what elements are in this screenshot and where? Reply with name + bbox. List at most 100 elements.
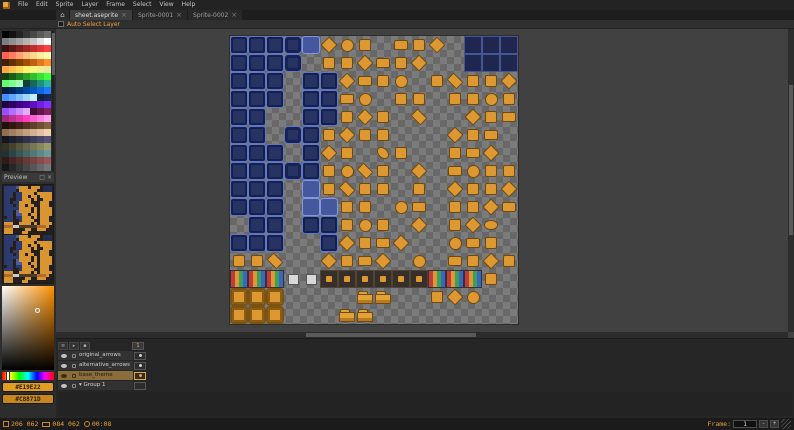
resize-grip[interactable]: [781, 419, 791, 429]
palette-swatch[interactable]: [2, 31, 9, 38]
palette-swatch[interactable]: [23, 80, 30, 87]
palette-swatch[interactable]: [9, 101, 16, 108]
palette-swatch[interactable]: [30, 87, 37, 94]
palette-swatch[interactable]: [44, 31, 51, 38]
palette-swatch[interactable]: [30, 150, 37, 157]
palette-swatch[interactable]: [16, 164, 23, 171]
palette-swatch[interactable]: [16, 101, 23, 108]
palette-swatch[interactable]: [2, 115, 9, 122]
timeline-cel[interactable]: [134, 361, 146, 370]
auto-select-layer-checkbox[interactable]: [58, 21, 64, 27]
palette-swatch[interactable]: [37, 73, 44, 80]
palette-swatch[interactable]: [37, 80, 44, 87]
canvas-vertical-scrollbar-thumb[interactable]: [789, 85, 793, 235]
hue-cursor[interactable]: [5, 371, 10, 381]
palette-swatch[interactable]: [37, 31, 44, 38]
palette-swatch[interactable]: [9, 143, 16, 150]
palette-swatch[interactable]: [23, 45, 30, 52]
palette-scrollbar[interactable]: [52, 31, 55, 171]
palette-swatch[interactable]: [9, 122, 16, 129]
palette-swatch[interactable]: [23, 31, 30, 38]
layer-row[interactable]: original_arrows: [58, 351, 792, 360]
palette-swatch[interactable]: [23, 150, 30, 157]
palette-swatch[interactable]: [2, 66, 9, 73]
palette-swatch[interactable]: [16, 59, 23, 66]
palette-swatch[interactable]: [37, 136, 44, 143]
palette-swatch[interactable]: [9, 73, 16, 80]
palette-swatch[interactable]: [16, 87, 23, 94]
palette-swatch[interactable]: [2, 101, 9, 108]
palette-swatch[interactable]: [44, 38, 51, 45]
palette-swatch[interactable]: [2, 136, 9, 143]
palette-swatch[interactable]: [44, 87, 51, 94]
palette-swatch[interactable]: [2, 80, 9, 87]
menu-item-layer[interactable]: Layer: [77, 0, 102, 10]
palette-swatch[interactable]: [44, 94, 51, 101]
menu-item-edit[interactable]: Edit: [32, 0, 52, 10]
palette-swatch[interactable]: [44, 164, 51, 171]
palette-swatch[interactable]: [37, 66, 44, 73]
palette-swatch[interactable]: [9, 66, 16, 73]
palette-swatch[interactable]: [2, 122, 9, 129]
frame-decrement-button[interactable]: -: [759, 420, 768, 428]
palette-swatch[interactable]: [2, 38, 9, 45]
palette-swatch[interactable]: [23, 87, 30, 94]
palette-swatch[interactable]: [9, 115, 16, 122]
palette-swatch[interactable]: [30, 108, 37, 115]
palette-swatch[interactable]: [9, 157, 16, 164]
palette-swatch[interactable]: [23, 94, 30, 101]
palette-swatch[interactable]: [9, 136, 16, 143]
palette-swatch[interactable]: [44, 59, 51, 66]
menu-item-help[interactable]: Help: [178, 0, 200, 10]
layer-row-left[interactable]: base_theme: [58, 371, 133, 380]
preview-button-1[interactable]: ×: [47, 174, 52, 182]
palette-swatch[interactable]: [2, 164, 9, 171]
palette-swatch[interactable]: [30, 136, 37, 143]
palette-swatch[interactable]: [23, 38, 30, 45]
palette-swatch[interactable]: [30, 101, 37, 108]
palette-swatch[interactable]: [44, 52, 51, 59]
palette-swatch[interactable]: [30, 52, 37, 59]
layer-row[interactable]: alternative_arrows: [58, 361, 792, 370]
palette-swatch[interactable]: [23, 164, 30, 171]
palette-swatch[interactable]: [9, 45, 16, 52]
palette-swatch[interactable]: [9, 94, 16, 101]
palette-swatch[interactable]: [44, 122, 51, 129]
layer-visibility-toggle[interactable]: [59, 382, 68, 390]
palette-swatch[interactable]: [37, 59, 44, 66]
tab-sheet-aseprite[interactable]: sheet.aseprite ×: [70, 10, 132, 20]
palette-swatch[interactable]: [9, 38, 16, 45]
app-icon[interactable]: [3, 1, 10, 9]
palette-swatch[interactable]: [16, 115, 23, 122]
palette-swatch[interactable]: [23, 73, 30, 80]
timeline-header-button-1[interactable]: ▸: [69, 341, 79, 350]
palette-swatch[interactable]: [44, 143, 51, 150]
palette-swatch[interactable]: [37, 52, 44, 59]
palette-swatch[interactable]: [16, 136, 23, 143]
palette-swatch[interactable]: [44, 66, 51, 73]
palette-swatch[interactable]: [2, 73, 9, 80]
palette-swatch[interactable]: [9, 59, 16, 66]
palette-swatch[interactable]: [23, 122, 30, 129]
palette-swatch[interactable]: [2, 94, 9, 101]
palette-swatch[interactable]: [16, 45, 23, 52]
palette-swatch[interactable]: [9, 164, 16, 171]
palette-swatch[interactable]: [30, 38, 37, 45]
layer-visibility-toggle[interactable]: [59, 372, 68, 380]
palette-swatch[interactable]: [2, 45, 9, 52]
palette-swatch[interactable]: [30, 45, 37, 52]
palette-swatch[interactable]: [44, 157, 51, 164]
palette-swatch[interactable]: [23, 59, 30, 66]
palette-swatch[interactable]: [23, 66, 30, 73]
palette-swatch[interactable]: [16, 129, 23, 136]
palette-swatch[interactable]: [37, 38, 44, 45]
palette-swatch[interactable]: [44, 80, 51, 87]
palette-swatch[interactable]: [37, 101, 44, 108]
layer-row-left[interactable]: ▾ Group 1: [58, 381, 133, 390]
palette-swatch[interactable]: [16, 73, 23, 80]
palette-swatch[interactable]: [30, 73, 37, 80]
timeline-cel[interactable]: [134, 371, 146, 380]
menu-item-file[interactable]: File: [14, 0, 32, 10]
layer-lock-toggle[interactable]: [69, 352, 78, 360]
palette-swatch[interactable]: [37, 164, 44, 171]
